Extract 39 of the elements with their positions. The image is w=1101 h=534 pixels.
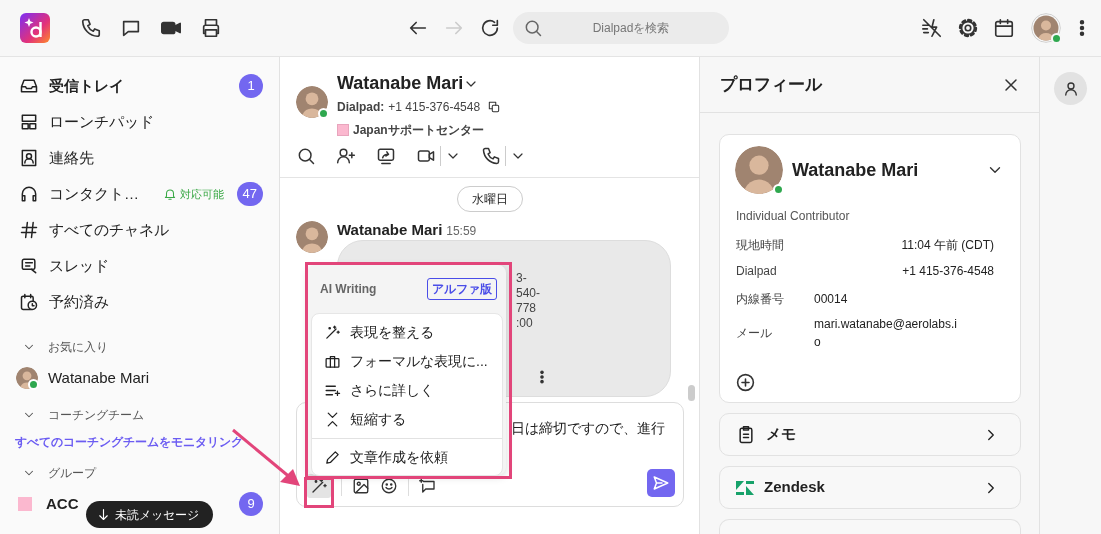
field-label: 内線番号 (736, 291, 785, 308)
availability-status: 対応可能 (180, 186, 224, 202)
phone-label: Dialpad: (337, 99, 385, 116)
field-value: 00014 (814, 291, 849, 308)
item-label: すべてのチャネル (49, 219, 169, 240)
message-author: Watanabe Mari (337, 221, 443, 238)
profile-name: Watanabe Mari (792, 158, 919, 182)
item-label: 予約済み (49, 291, 109, 312)
field-label: 現地時間 (736, 237, 785, 254)
alpha-badge: アルファ版 (427, 278, 497, 300)
profile-role: Individual Contributor (735, 208, 851, 225)
message-text: 日は締切ですので、進行 (511, 419, 665, 438)
unread-count: 1 (239, 74, 263, 98)
field-value: +1 415-376-4548 (902, 263, 994, 280)
item-label: スレッド (49, 255, 109, 276)
menu-title: AI Writing (320, 281, 377, 298)
team-tag: Japanサポートセンター (353, 121, 484, 139)
item-label: 受信トレイ (49, 75, 124, 96)
message-text: :00 (516, 316, 533, 331)
section-header: グループ (48, 465, 96, 482)
panel-title: プロフィール (720, 73, 822, 96)
section-header: お気に入り (48, 339, 108, 356)
unread-count: 47 (236, 182, 263, 206)
item-label: 連絡先 (49, 147, 94, 168)
message-text: 3- (516, 271, 527, 286)
field-value: 11:04 午前 (CDT) (901, 237, 994, 254)
message-text: 540- (516, 286, 541, 301)
message-time: 15:59 (446, 224, 477, 238)
contact-name: Watanabe Mari (337, 72, 464, 95)
section-header: コーチングチーム (48, 407, 144, 424)
unread-count: 9 (239, 492, 263, 516)
field-label: メール (736, 325, 773, 342)
item-label: コンタクト… (49, 183, 139, 204)
message-text: 778 (516, 301, 537, 316)
phone-number: +1 415-376-4548 (388, 99, 481, 116)
field-value: mari.watanabe@aerolabs.io (814, 316, 958, 351)
date-divider: 水曜日 (456, 186, 523, 212)
item-label: ローンチパッド (49, 111, 154, 132)
field-label: Dialpad (736, 263, 778, 280)
